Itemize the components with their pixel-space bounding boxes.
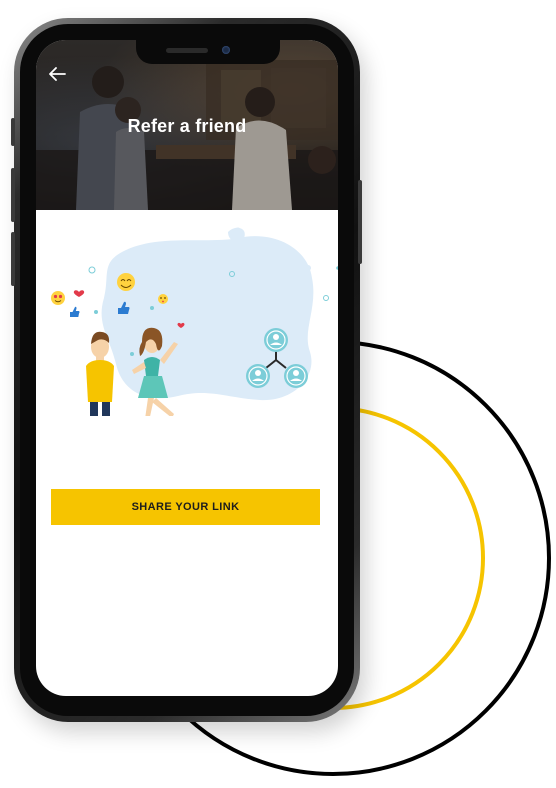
back-arrow-glyph [49,67,66,81]
heart-eyes-emoji-icon [51,291,65,305]
background-blob [101,236,314,401]
page-title: Refer a friend [127,116,247,136]
app-screen: Refer a friend SHARE YOUR LINK [36,40,338,696]
decor-ring [88,266,96,274]
kiss-emoji-icon [158,294,168,304]
decor-dot [94,310,98,314]
decor-dot [130,352,134,356]
thumbs-up-icon [70,306,80,317]
decor-dot [336,266,338,270]
side-button-left-3 [11,232,15,286]
blob-dot [305,265,311,271]
back-arrow-icon[interactable] [48,66,70,84]
speaker-grille [166,48,208,53]
decor-ring [323,295,329,301]
blob-dot [235,227,241,233]
share-your-link-button[interactable]: SHARE YOUR LINK [51,489,320,525]
side-button-left-1 [11,118,15,146]
front-camera [222,46,230,54]
phone-notch [136,40,280,64]
smile-emoji-icon [117,273,135,291]
side-button-right [358,180,362,264]
heart-icon [73,290,85,297]
friends-referral-illustration [51,227,338,416]
side-button-left-2 [11,168,15,222]
decor-dot [150,306,154,310]
